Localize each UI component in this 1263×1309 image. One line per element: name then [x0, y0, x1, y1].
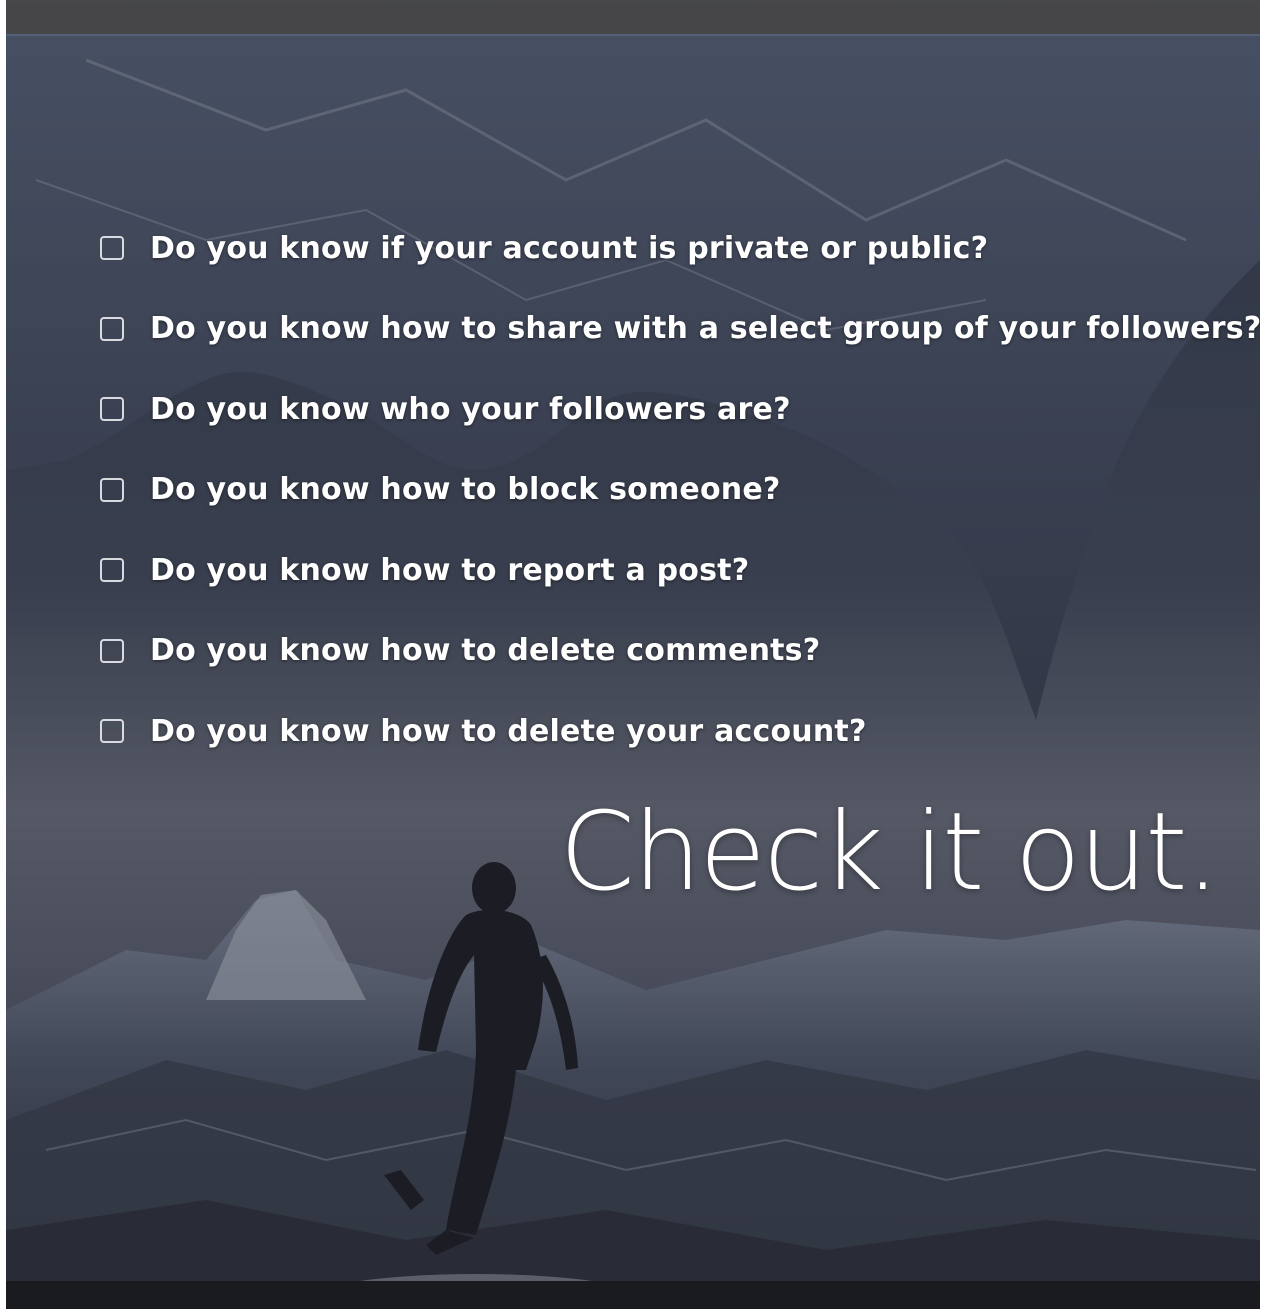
- checkbox-icon[interactable]: [100, 236, 124, 261]
- checklist-item-label: Do you know who your followers are?: [150, 391, 791, 427]
- checkbox-icon[interactable]: [100, 638, 124, 663]
- checklist-item-label: Do you know if your account is private o…: [150, 230, 989, 266]
- headline: Check it out.: [559, 790, 1220, 915]
- checklist-item[interactable]: Do you know how to share with a select g…: [100, 289, 1260, 370]
- privacy-checklist: Do you know if your account is private o…: [100, 208, 1260, 772]
- checklist-item-label: Do you know how to delete comments?: [150, 633, 821, 669]
- checklist-item[interactable]: Do you know how to block someone?: [100, 450, 1260, 531]
- checklist-item-label: Do you know how to delete your account?: [150, 713, 867, 749]
- post-frame: Do you know if your account is private o…: [6, 0, 1260, 1309]
- checkbox-icon[interactable]: [100, 558, 124, 583]
- checkbox-icon[interactable]: [100, 397, 124, 422]
- checkbox-icon[interactable]: [100, 477, 124, 502]
- bottom-edge: [6, 1281, 1260, 1309]
- checklist-item[interactable]: Do you know how to delete comments?: [100, 611, 1260, 692]
- checklist-item[interactable]: Do you know how to delete your account?: [100, 691, 1260, 772]
- checklist-item[interactable]: Do you know how to report a post?: [100, 530, 1260, 611]
- checklist-item-label: Do you know how to share with a select g…: [150, 311, 1260, 347]
- checkbox-icon[interactable]: [100, 719, 124, 744]
- checklist-item[interactable]: Do you know if your account is private o…: [100, 208, 1260, 289]
- checklist-item[interactable]: Do you know who your followers are?: [100, 369, 1260, 450]
- checkbox-icon[interactable]: [100, 316, 124, 341]
- checklist-item-label: Do you know how to block someone?: [150, 472, 781, 508]
- checklist-item-label: Do you know how to report a post?: [150, 552, 750, 588]
